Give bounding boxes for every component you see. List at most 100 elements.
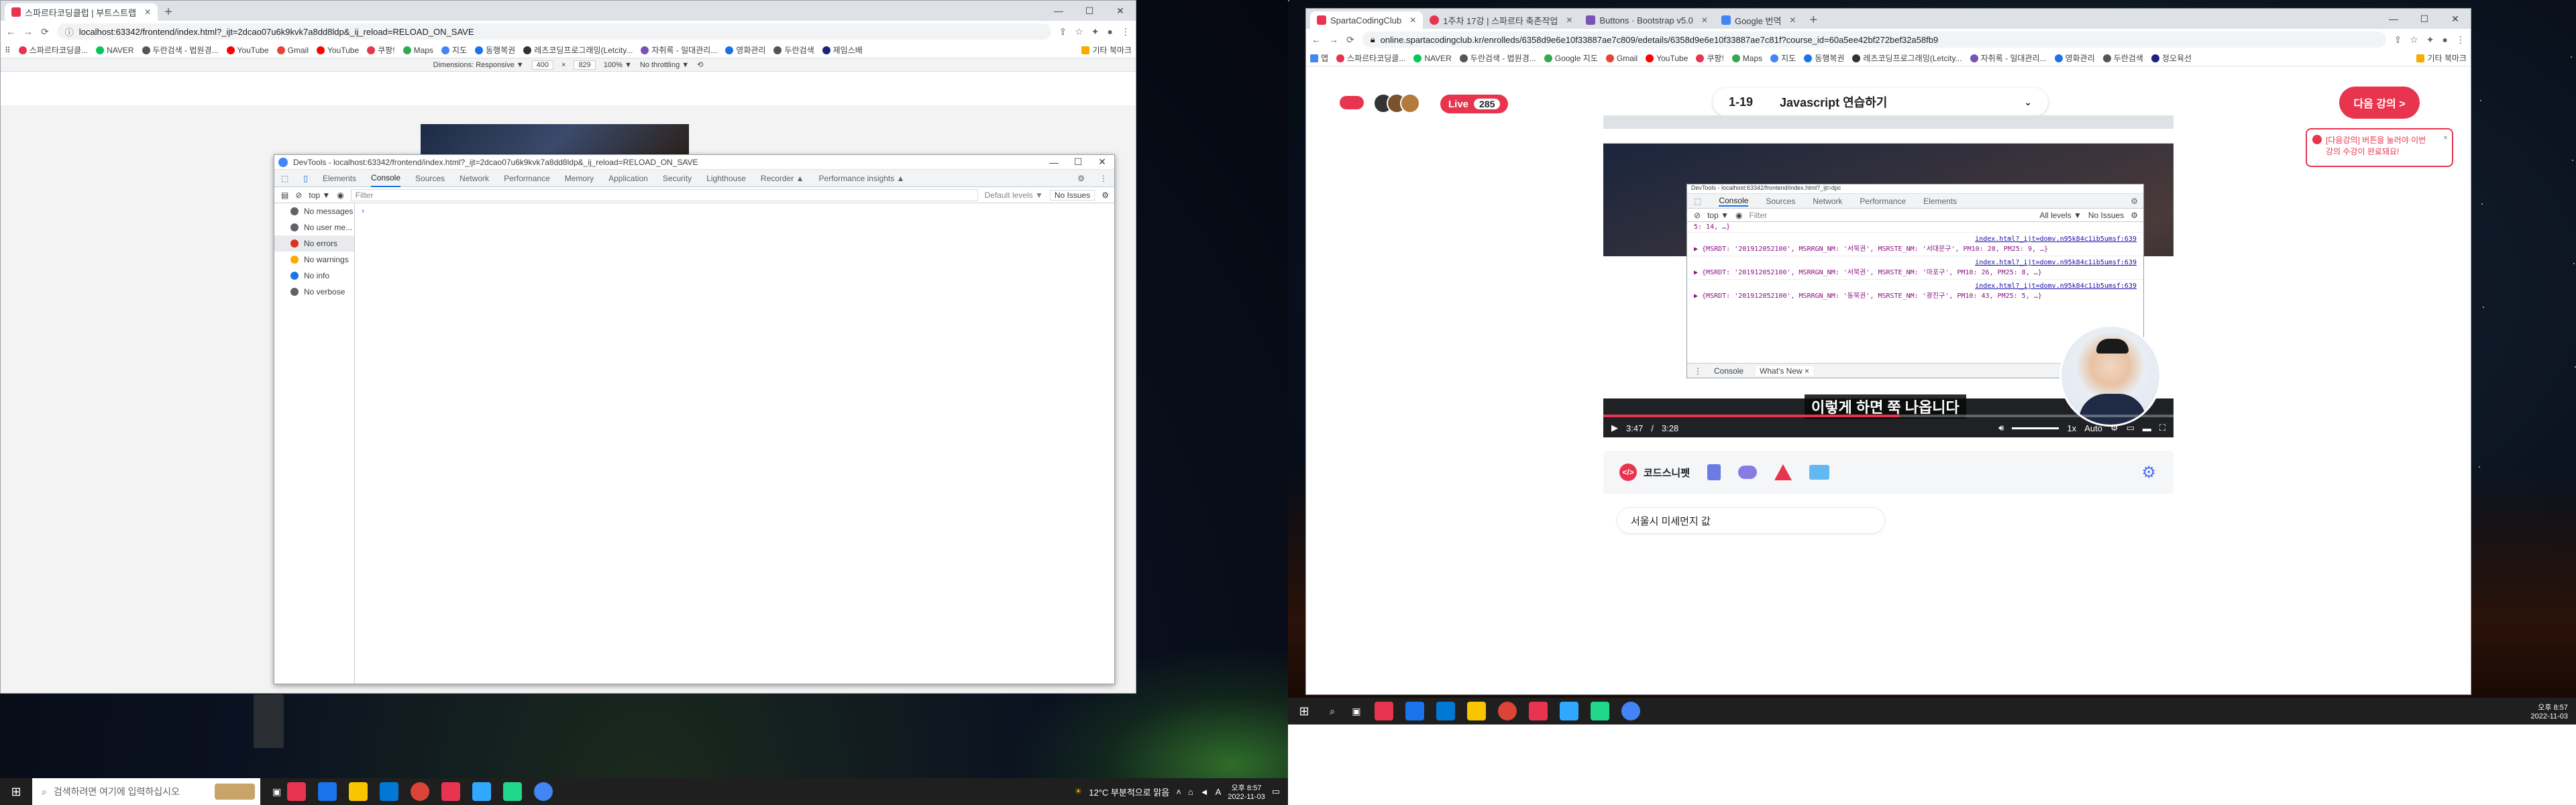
bookmark-item[interactable]: 제임스배: [822, 44, 863, 56]
folder-icon[interactable]: [349, 782, 368, 801]
maximize-icon[interactable]: ☐: [1066, 155, 1090, 169]
bookmark-item[interactable]: 정오육선: [2151, 52, 2192, 64]
apps-icon[interactable]: ⠿: [5, 46, 11, 55]
issues-button[interactable]: No Issues: [1049, 189, 1095, 201]
console-prompt[interactable]: ›: [362, 206, 364, 215]
pycharm-icon[interactable]: [441, 782, 461, 801]
sparta-logo-icon[interactable]: [1340, 96, 1364, 109]
bookmark-item[interactable]: 영화관리: [2054, 52, 2095, 64]
sidebar-item-user-messages[interactable]: No user me...: [274, 219, 354, 235]
bookmark-item[interactable]: 두란검색: [2102, 52, 2143, 64]
close-icon[interactable]: ×: [2443, 132, 2448, 144]
bookmark-item[interactable]: 동행복권: [475, 44, 515, 56]
bookmark-item[interactable]: 영화관리: [725, 44, 765, 56]
console-log-entry[interactable]: index.html?_ijt=domv.n95k84c1ib5umsf:639…: [1687, 232, 2143, 256]
chrome-icon[interactable]: [534, 782, 553, 801]
console-log-entry[interactable]: index.html?_ijt=domv.n95k84c1ib5umsf:639…: [1687, 256, 2143, 279]
extensions-icon[interactable]: ✦: [1091, 26, 1099, 38]
minimize-icon[interactable]: —: [1042, 155, 1066, 169]
pip-icon[interactable]: ▭: [2127, 423, 2135, 433]
bookmark-item[interactable]: 스파르타코딩클...: [18, 44, 88, 56]
sidebar-item-verbose[interactable]: No verbose: [274, 284, 354, 300]
edge-icon[interactable]: [318, 782, 337, 801]
sidebar-toggle-icon[interactable]: ▤: [281, 191, 288, 200]
tab-security[interactable]: Security: [663, 174, 692, 183]
eye-icon[interactable]: ◉: [1735, 211, 1742, 220]
bookmark-item[interactable]: NAVER: [1413, 54, 1452, 63]
progress-track[interactable]: [1603, 415, 2174, 417]
live-badge[interactable]: Live 285: [1440, 95, 1509, 113]
drawer-tab-console[interactable]: Console: [1714, 366, 1743, 376]
issues-button[interactable]: No Issues: [2088, 211, 2124, 220]
weather-text[interactable]: 12°C 부분적으로 맑음: [1089, 786, 1169, 798]
dimensions-select[interactable]: Dimensions: Responsive ▼: [433, 61, 524, 69]
app-icon[interactable]: [503, 782, 523, 801]
share-icon[interactable]: ⇪: [1059, 26, 1067, 38]
new-tab-button[interactable]: +: [158, 3, 179, 21]
tab-elements[interactable]: Elements: [1923, 197, 1957, 206]
profile-icon[interactable]: ●: [2443, 34, 2448, 45]
volume-slider[interactable]: [2012, 427, 2059, 429]
reload-icon[interactable]: ⟳: [41, 26, 49, 38]
tab-performance[interactable]: Performance: [504, 174, 550, 183]
theater-icon[interactable]: ▬: [2143, 423, 2151, 433]
close-icon[interactable]: ✕: [1697, 15, 1708, 25]
close-window-icon[interactable]: ✕: [1090, 155, 1114, 169]
tab-lecture[interactable]: 1주차 17강 | 스파르타 축촌작업 ✕: [1423, 11, 1579, 29]
bookmark-item[interactable]: YouTube: [317, 46, 359, 55]
context-select[interactable]: top ▼: [1707, 211, 1729, 220]
gear-icon[interactable]: ⚙: [1102, 191, 1109, 200]
tab-active[interactable]: 스파르타코딩클럽 | 부트스트랩 ✕: [5, 3, 158, 21]
next-lesson-button[interactable]: 다음 강의 >: [2339, 87, 2420, 119]
search-icon[interactable]: ⌕: [1320, 706, 1344, 717]
gear-icon[interactable]: ⚙: [2131, 211, 2138, 220]
gear-icon[interactable]: ⚙: [2141, 463, 2156, 482]
folder-icon[interactable]: [1467, 702, 1486, 720]
context-select[interactable]: top ▼: [309, 191, 330, 200]
bookmark-item[interactable]: Google 지도: [1544, 52, 1598, 64]
gear-icon[interactable]: ⚙: [1077, 174, 1085, 183]
mail-icon[interactable]: [380, 782, 399, 801]
address-bar[interactable]: ⓘ localhost:63342/frontend/index.html?_ij…: [56, 23, 1051, 40]
windows-start-icon[interactable]: ⊞: [0, 785, 32, 799]
tab-elements[interactable]: Elements: [323, 174, 356, 183]
bookmark-item[interactable]: 쿠팡!: [1696, 52, 1724, 64]
bookmark-item[interactable]: 지도: [441, 44, 467, 56]
chrome-icon[interactable]: [1621, 702, 1640, 720]
clock[interactable]: 오후 8:57 2022-11-03: [2531, 702, 2576, 720]
sidebar-item-messages[interactable]: No messages: [274, 203, 354, 219]
warning-icon[interactable]: [1774, 464, 1792, 480]
tab-network[interactable]: Network: [460, 174, 489, 183]
star-icon[interactable]: ☆: [1075, 26, 1083, 38]
more-icon[interactable]: ⋮: [1099, 174, 1108, 183]
bookmark-item[interactable]: 지도: [1770, 52, 1796, 64]
bookmark-item[interactable]: Gmail: [1605, 54, 1638, 63]
tab-lighthouse[interactable]: Lighthouse: [706, 174, 746, 183]
tab-performance[interactable]: Performance: [1860, 197, 1906, 206]
tab-google-translate[interactable]: Google 번역 ✕: [1715, 11, 1803, 29]
bookmark-item[interactable]: 자취록 - 일대관리...: [1970, 52, 2047, 64]
quality-button[interactable]: Auto: [2084, 423, 2102, 433]
app-icon[interactable]: [287, 782, 307, 801]
levels-select[interactable]: All levels ▼: [2039, 211, 2082, 220]
chrome-icon[interactable]: [1498, 702, 1517, 720]
inspect-icon[interactable]: ⬚: [281, 174, 288, 183]
network-icon[interactable]: ⌂: [1188, 787, 1193, 797]
snippet-tab[interactable]: </> 코드스니펫: [1619, 464, 1690, 481]
bookmark-item[interactable]: Gmail: [276, 46, 309, 55]
extensions-icon[interactable]: ✦: [2426, 34, 2434, 46]
tab-console[interactable]: Console: [1719, 196, 1749, 207]
bookmark-item[interactable]: 쿠팡!: [367, 44, 395, 56]
inspect-icon[interactable]: ⬚: [1694, 197, 1701, 206]
bookmark-item[interactable]: 두란검색 - 법원경...: [1459, 52, 1536, 64]
throttling-select[interactable]: No throttling ▼: [640, 61, 689, 69]
source-link[interactable]: index.html?_ijt=domv.n95k84c1ib5umsf:639: [1694, 235, 2137, 243]
photoshop-icon[interactable]: [1560, 702, 1578, 720]
address-bar[interactable]: 🔒︎ online.spartacodingclub.kr/enrolleds/6…: [1362, 32, 2386, 48]
close-window-icon[interactable]: ✕: [1105, 1, 1136, 21]
zoom-select[interactable]: 100% ▼: [604, 61, 632, 69]
speed-button[interactable]: 1x: [2067, 423, 2076, 433]
drawer-tab-whats-new[interactable]: What's New ×: [1756, 366, 1814, 376]
video-player[interactable]: DevTools - localhost:63342/frontend/inde…: [1603, 115, 2174, 437]
clock[interactable]: 오후 8:57 2022-11-03: [1228, 782, 1265, 801]
